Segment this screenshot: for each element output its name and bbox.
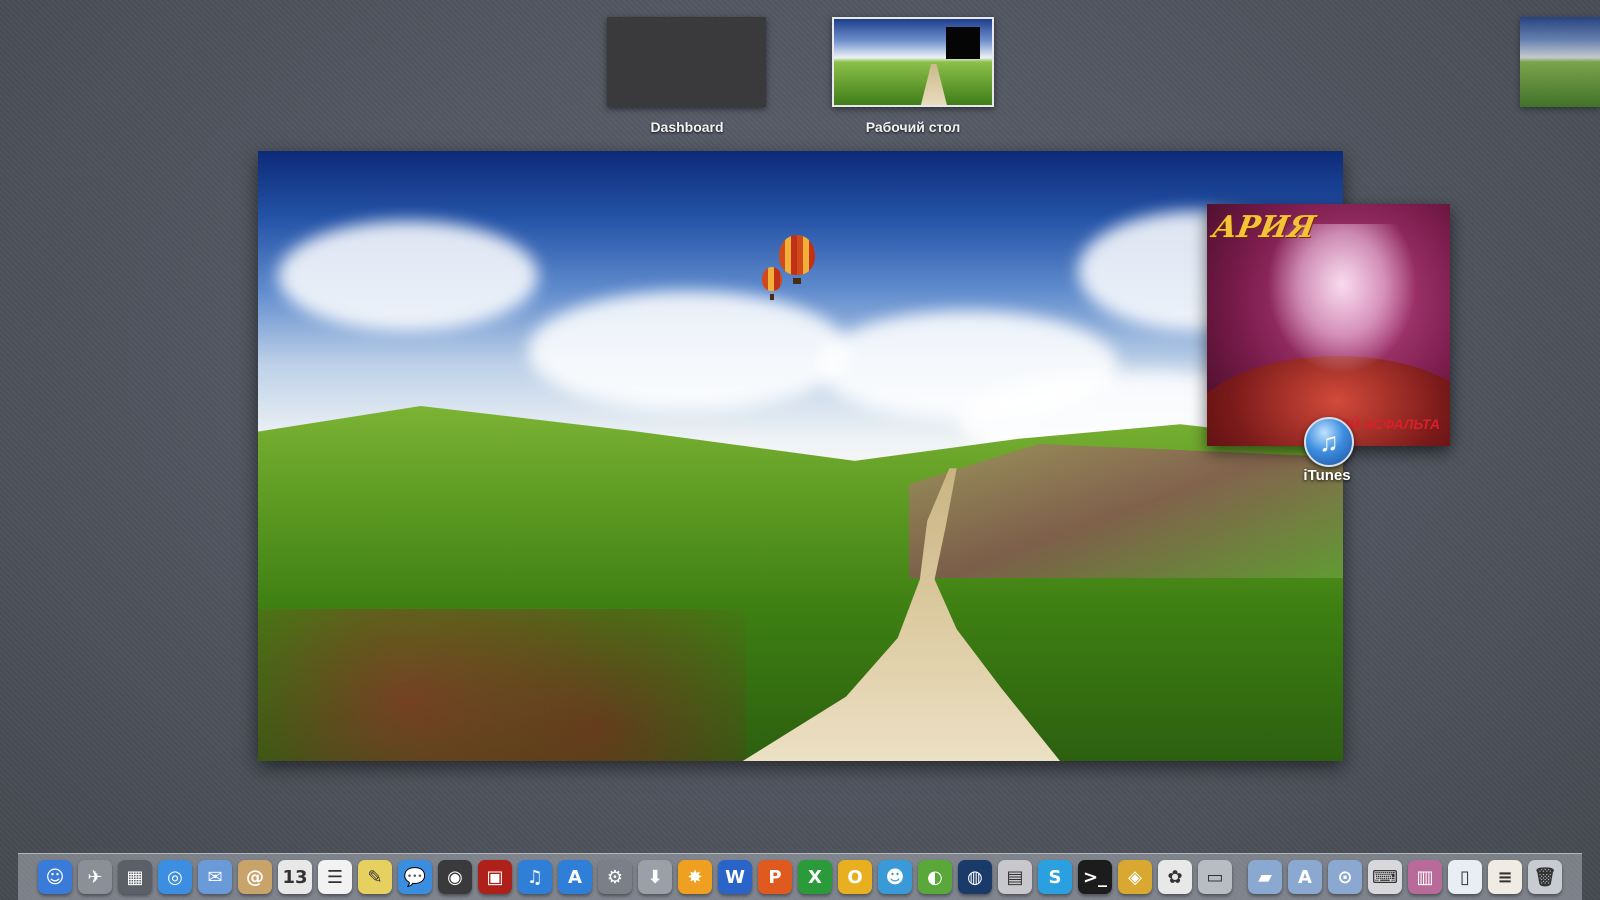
album-art-logo: АРИЯ [1209, 210, 1318, 245]
messenger-icon[interactable]: ☻ [878, 860, 912, 894]
preview-icon[interactable]: ▤ [998, 860, 1032, 894]
wallpaper-cloud [278, 221, 538, 331]
calendar-icon[interactable]: 13 [278, 860, 312, 894]
excel-icon[interactable]: X [798, 860, 832, 894]
powerpoint-icon[interactable]: P [758, 860, 792, 894]
globe-icon[interactable]: ◍ [958, 860, 992, 894]
applications-folder-icon[interactable]: A [1288, 860, 1322, 894]
finder-icon[interactable]: ☺ [38, 860, 72, 894]
safari-icon[interactable]: ◎ [158, 860, 192, 894]
downloader-icon[interactable]: ◐ [918, 860, 952, 894]
messages-icon[interactable]: 💬 [398, 860, 432, 894]
network-icon[interactable]: ◈ [1118, 860, 1152, 894]
screenshot-stack-icon[interactable]: ▥ [1408, 860, 1442, 894]
downloads-folder-icon[interactable]: ⊙ [1328, 860, 1362, 894]
wallpaper-cloud [528, 291, 848, 411]
dashboard-space-label: Dashboard [650, 119, 724, 135]
address-book-icon[interactable]: @ [238, 860, 272, 894]
album-art-figure [1267, 224, 1417, 374]
outlook-icon[interactable]: O [838, 860, 872, 894]
photo-booth-icon[interactable]: ▣ [478, 860, 512, 894]
reminders-icon[interactable]: ☰ [318, 860, 352, 894]
skype-icon[interactable]: S [1038, 860, 1072, 894]
document-stack-icon[interactable]: ▯ [1448, 860, 1482, 894]
app-store-icon[interactable]: A [558, 860, 592, 894]
wallpaper-red-flowers [258, 608, 747, 761]
picasa-icon[interactable]: ✿ [1158, 860, 1192, 894]
mail-icon[interactable]: ✉ [198, 860, 232, 894]
hot-air-balloon [779, 235, 815, 284]
documents-folder-icon[interactable]: ▰ [1248, 860, 1282, 894]
trash-icon[interactable]: 🗑 [1528, 860, 1562, 894]
burn-icon[interactable]: ✸ [678, 860, 712, 894]
desktop-space-thumbnail[interactable] [832, 17, 994, 107]
launchpad-icon[interactable]: ✈ [78, 860, 112, 894]
word-icon[interactable]: W [718, 860, 752, 894]
terminal-icon[interactable]: >_ [1078, 860, 1112, 894]
keyboard-icon[interactable]: ⌨ [1368, 860, 1402, 894]
facetime-icon[interactable]: ◉ [438, 860, 472, 894]
itunes-window-label: iTunes [1303, 467, 1351, 484]
fullscreen-app-space-thumbnail[interactable] [1520, 17, 1600, 107]
itunes-dock-icon[interactable]: ♫ [518, 860, 552, 894]
system-preferences-icon[interactable]: ⚙ [598, 860, 632, 894]
desktop-thumbnail-window [946, 27, 980, 59]
text-file-icon[interactable]: ≡ [1488, 860, 1522, 894]
desktop-preview[interactable] [258, 151, 1343, 761]
fullscreen-thumbnail-wallpaper [1520, 17, 1600, 107]
itunes-window-preview[interactable]: АРИЯ ГЕРОЙ АСФАЛЬТА [1207, 204, 1450, 446]
mission-control-icon[interactable]: ▦ [118, 860, 152, 894]
notes-icon[interactable]: ✎ [358, 860, 392, 894]
hot-air-balloon [762, 267, 782, 300]
display-icon[interactable]: ▭ [1198, 860, 1232, 894]
dock-icons: ☺ ✈ ▦ ◎ ✉ @13 ☰ ✎ 💬 ◉ ▣ ♫ A ⚙ ⬇ ✸ W P X O ☻ ◐ ◍ ▤ S >_ ◈ ✿ ▭ ▰ A ⊙ ⌨ ▥ ▯ ≡ 🗑 [38, 854, 1568, 894]
desktop-space-label: Рабочий стол [865, 119, 961, 135]
itunes-app-icon: ♫ [1304, 417, 1354, 467]
archive-utility-icon[interactable]: ⬇ [638, 860, 672, 894]
dashboard-space-thumbnail[interactable] [607, 17, 766, 107]
